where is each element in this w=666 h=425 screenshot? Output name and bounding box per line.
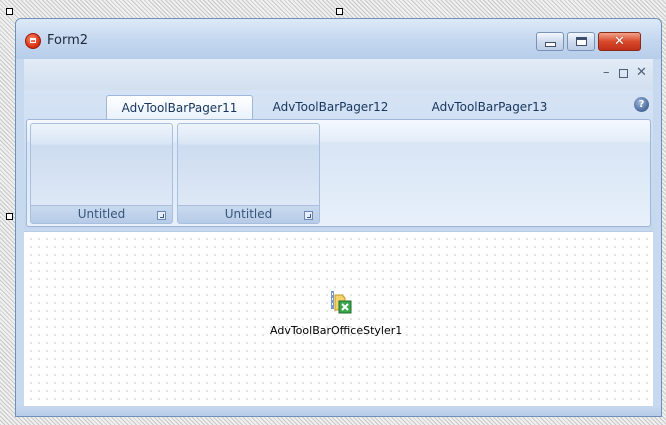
ribbon-group[interactable]: Untitled xyxy=(30,123,173,224)
group-label-text: Untitled xyxy=(224,207,273,221)
maximize-button[interactable] xyxy=(567,32,595,51)
mdi-close-button[interactable]: ✕ xyxy=(636,66,647,80)
selection-handle-top-center[interactable] xyxy=(336,8,343,15)
selection-handle-top-left[interactable] xyxy=(6,8,13,15)
form-window[interactable]: Form2 ✕ – ✕ AdvToolBarPager11 AdvToolBar… xyxy=(15,18,662,417)
mdi-control-strip: – ✕ xyxy=(24,59,653,91)
tab-advtoolbarpager11[interactable]: AdvToolBarPager11 xyxy=(106,95,253,119)
minimize-icon xyxy=(544,42,556,47)
component-label: AdvToolBarOfficeStyler1 xyxy=(270,324,403,337)
selection-handle-middle-left[interactable] xyxy=(6,213,13,220)
close-icon: ✕ xyxy=(614,34,625,49)
title-bar[interactable]: Form2 ✕ xyxy=(16,19,661,59)
tab-panel: Untitled Untitled xyxy=(26,119,651,227)
group-label: Untitled xyxy=(178,205,319,223)
help-icon[interactable]: ? xyxy=(634,97,649,112)
mdi-minimize-button[interactable]: – xyxy=(603,66,610,80)
window-bottom-border xyxy=(16,406,661,416)
group-label: Untitled xyxy=(31,205,172,223)
window-title: Form2 xyxy=(47,33,89,48)
component-tray-item[interactable] xyxy=(329,289,359,317)
toolbar-styler-icon xyxy=(331,291,352,314)
dialog-launcher-icon[interactable] xyxy=(304,211,313,220)
design-surface[interactable]: AdvToolBarOfficeStyler1 xyxy=(24,231,653,409)
ribbon-group[interactable]: Untitled xyxy=(177,123,320,224)
dialog-launcher-icon[interactable] xyxy=(157,211,166,220)
mdi-restore-button[interactable] xyxy=(619,69,628,78)
tab-advtoolbarpager12[interactable]: AdvToolBarPager12 xyxy=(263,95,398,119)
tab-advtoolbarpager13[interactable]: AdvToolBarPager13 xyxy=(422,95,557,119)
minimize-button[interactable] xyxy=(536,32,564,51)
maximize-icon xyxy=(575,37,587,46)
close-button[interactable]: ✕ xyxy=(598,32,641,51)
ribbon: AdvToolBarPager11 AdvToolBarPager12 AdvT… xyxy=(24,90,653,229)
group-label-text: Untitled xyxy=(77,207,126,221)
app-icon xyxy=(25,33,41,49)
